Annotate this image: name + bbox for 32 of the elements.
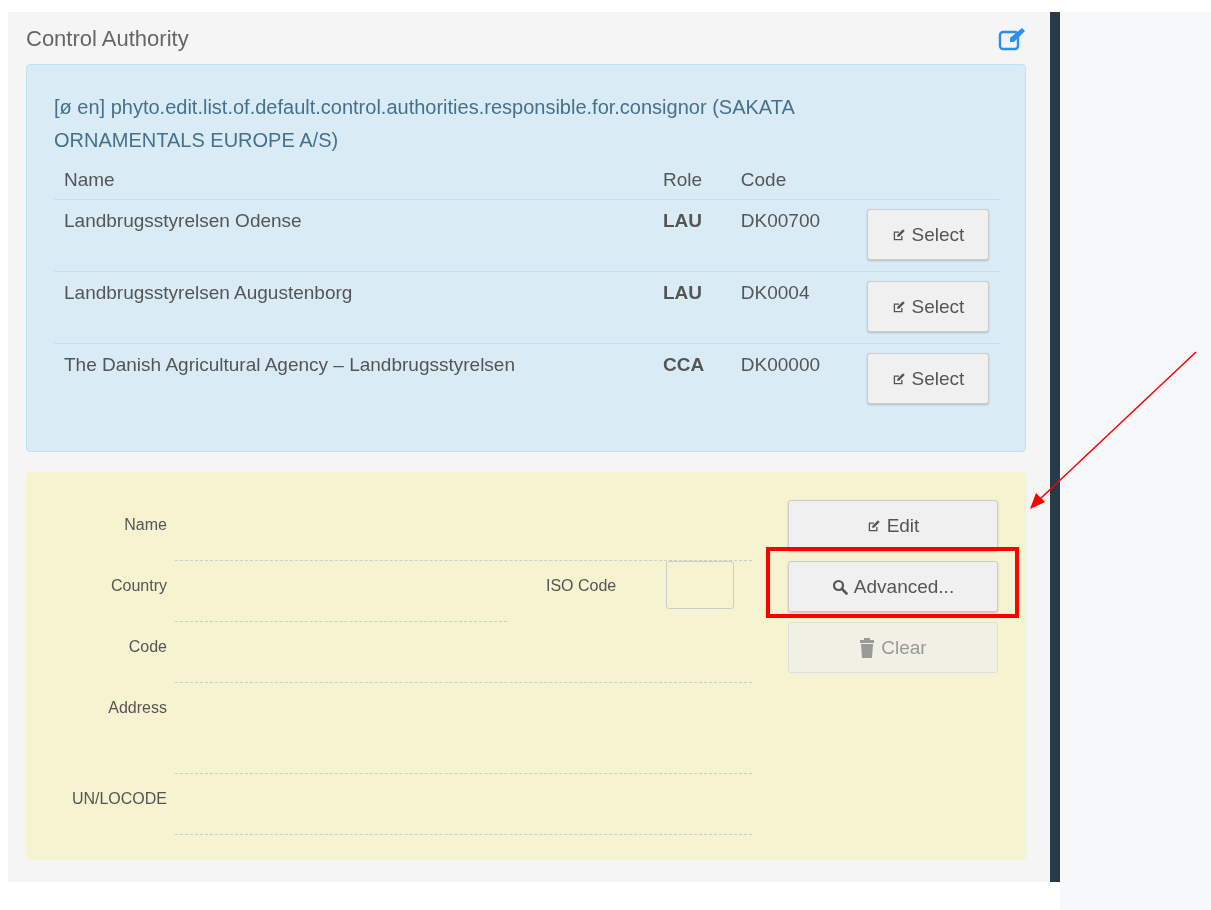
section-title: Control Authority bbox=[26, 26, 189, 52]
search-icon bbox=[831, 578, 848, 595]
table-cell: The Danish Agricultural Agency – Landbrugsstyrelsen bbox=[54, 343, 653, 415]
field-label: Address bbox=[107, 698, 167, 718]
field-label: ISO Code bbox=[546, 577, 618, 595]
edit-button[interactable] bbox=[998, 27, 1026, 51]
field-label: Country bbox=[109, 576, 167, 596]
search-button[interactable]: Advanced... bbox=[788, 561, 998, 612]
column-header: Name bbox=[54, 161, 653, 200]
select-button[interactable]: Select bbox=[867, 281, 989, 332]
table-cell: DK0004 bbox=[730, 271, 857, 344]
edit-icon bbox=[891, 227, 906, 242]
select-button[interactable]: Select bbox=[867, 209, 989, 260]
field-label: Name bbox=[123, 515, 167, 535]
table-cell: DK00700 bbox=[730, 199, 857, 272]
edit-icon bbox=[891, 299, 906, 314]
trash-icon bbox=[859, 637, 876, 658]
table-cell: Landbrugsstyrelsen Odense bbox=[54, 199, 653, 272]
list-heading: [ø en] phyto.edit.list.of.default.control.authorities.responsible.for.consignor (SAKATA ORNAMENTALS EUROPE A/S) bbox=[54, 95, 796, 153]
edit-icon bbox=[891, 371, 906, 386]
table-cell: Landbrugsstyrelsen Augustenborg bbox=[54, 271, 653, 344]
field-label: UN/LOCODE bbox=[70, 789, 167, 809]
select-button[interactable]: Select bbox=[867, 353, 989, 404]
table-cell: LAU bbox=[653, 271, 731, 344]
table-cell: LAU bbox=[653, 199, 731, 272]
column-header: Code bbox=[730, 161, 857, 200]
field-label: Code bbox=[127, 637, 167, 657]
edit-icon bbox=[866, 518, 881, 533]
table-cell: CCA bbox=[653, 343, 731, 415]
iso-code-field[interactable] bbox=[666, 561, 734, 609]
table-cell: DK00000 bbox=[730, 343, 857, 415]
column-header: Role bbox=[653, 161, 731, 200]
